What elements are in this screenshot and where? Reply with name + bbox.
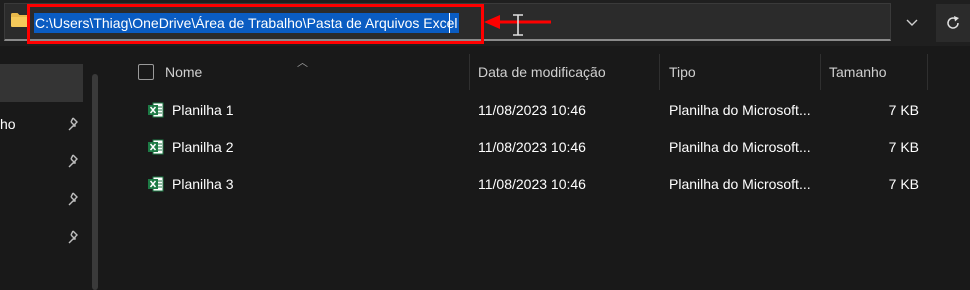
file-row[interactable]: Planilha 2 11/08/2023 10:46 Planilha do …: [104, 129, 970, 166]
file-type: Planilha do Microsoft...: [669, 176, 811, 192]
pin-icon[interactable]: [66, 117, 80, 131]
select-all-checkbox[interactable]: [138, 64, 154, 80]
nav-item-label[interactable]: ho: [0, 116, 16, 132]
excel-file-icon: [148, 102, 164, 118]
pin-icon[interactable]: [66, 230, 80, 244]
file-size: 7 KB: [888, 139, 919, 155]
excel-file-icon: [148, 139, 164, 155]
pin-icon[interactable]: [66, 192, 80, 206]
column-header-type[interactable]: Tipo: [669, 54, 696, 90]
file-row[interactable]: Planilha 3 11/08/2023 10:46 Planilha do …: [104, 166, 970, 203]
nav-scrollbar[interactable]: [92, 74, 98, 290]
file-size: 7 KB: [888, 102, 919, 118]
file-date: 11/08/2023 10:46: [478, 176, 586, 192]
address-toolbar: C:\Users\Thiag\OneDrive\Área de Trabalho…: [0, 0, 970, 46]
file-name: Planilha 1: [172, 102, 234, 118]
file-type: Planilha do Microsoft...: [669, 102, 811, 118]
column-header-date[interactable]: Data de modificação: [478, 54, 606, 90]
file-date: 11/08/2023 10:46: [478, 139, 586, 155]
column-header-name[interactable]: Nome: [165, 54, 202, 90]
nav-item-selected[interactable]: [0, 64, 83, 102]
navigation-pane: ho: [0, 54, 104, 290]
column-divider[interactable]: [927, 54, 928, 90]
column-divider[interactable]: [659, 54, 660, 90]
address-dropdown-button[interactable]: [897, 8, 927, 38]
file-name: Planilha 2: [172, 139, 234, 155]
chevron-down-icon: [906, 19, 918, 26]
column-divider[interactable]: [820, 54, 821, 90]
annotation-highlight-box: [27, 4, 484, 44]
column-divider[interactable]: [469, 54, 470, 90]
refresh-icon: [947, 16, 959, 29]
file-type: Planilha do Microsoft...: [669, 139, 811, 155]
file-date: 11/08/2023 10:46: [478, 102, 586, 118]
file-size: 7 KB: [888, 176, 919, 192]
excel-file-icon: [148, 176, 164, 192]
sort-ascending-icon: ︿: [297, 57, 308, 69]
column-header-size[interactable]: Tamanho: [829, 54, 887, 90]
refresh-button[interactable]: [936, 4, 970, 42]
file-row[interactable]: Planilha 1 11/08/2023 10:46 Planilha do …: [104, 92, 970, 129]
column-header-row: ︿ Nome Data de modificação Tipo Tamanho: [104, 54, 970, 90]
file-name: Planilha 3: [172, 176, 234, 192]
text-cursor-icon: [513, 14, 523, 36]
pin-icon[interactable]: [66, 154, 80, 168]
